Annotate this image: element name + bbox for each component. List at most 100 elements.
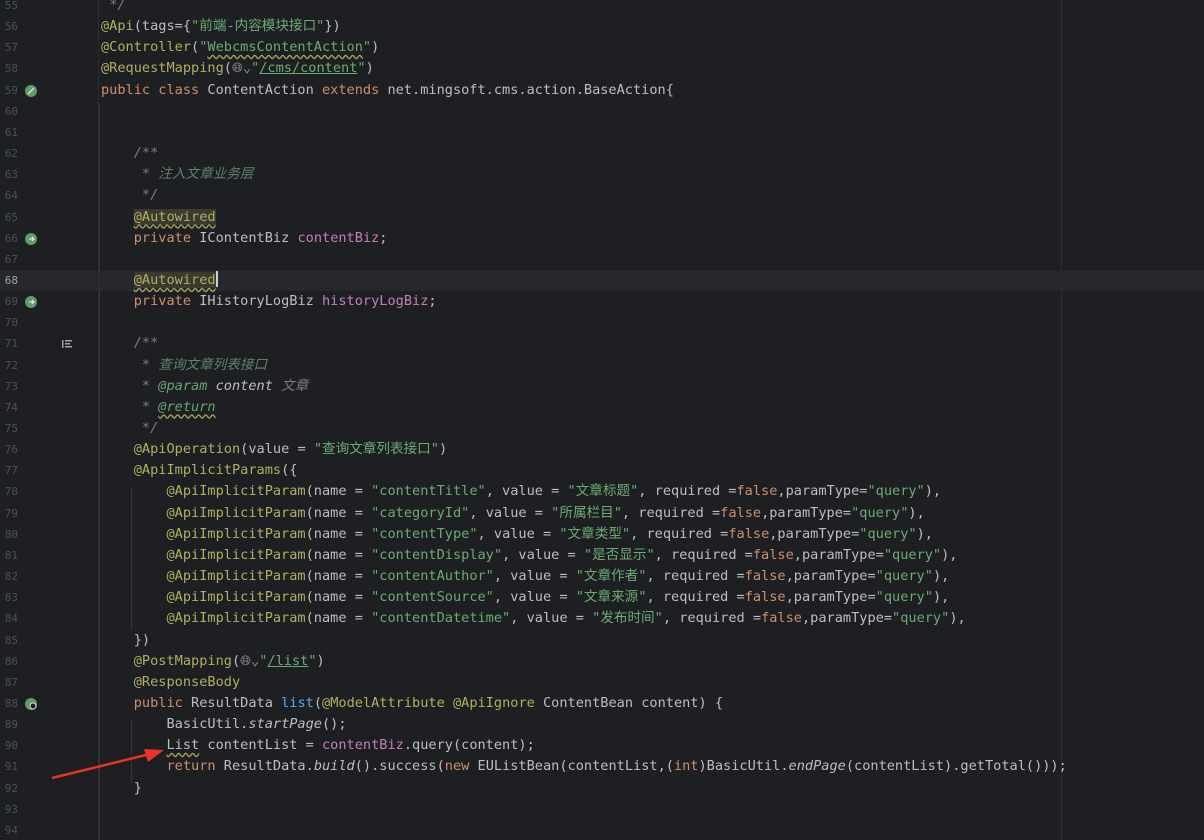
line-number: 83 — [4, 591, 18, 605]
code-text: @Autowired — [133, 270, 218, 288]
code-text: private IContentBiz contentBiz; — [133, 229, 388, 246]
code-text: @ResponseBody — [133, 673, 241, 690]
line-number: 93 — [4, 802, 18, 816]
code-line[interactable]: 65 @Autowired — [0, 207, 1204, 228]
indent-guide — [131, 488, 132, 630]
rendered-doc-toggle-icon[interactable] — [60, 336, 74, 350]
code-text: */ — [141, 187, 159, 204]
code-line[interactable]: 68 @Autowired — [0, 269, 1204, 291]
code-line[interactable]: 79 @ApiImplicitParam(name = "categoryId"… — [0, 503, 1204, 524]
code-text: * @return — [141, 398, 216, 415]
code-line[interactable]: 72 * 查询文章列表接口 — [0, 355, 1204, 376]
code-text: private IHistoryLogBiz historyLogBiz; — [133, 293, 437, 310]
code-text: * 注入文章业务层 — [141, 166, 254, 183]
line-number: 59 — [4, 83, 18, 97]
code-line[interactable]: 92 } — [0, 778, 1204, 799]
code-line[interactable]: 63 * 注入文章业务层 — [0, 164, 1204, 185]
code-line[interactable]: 84 @ApiImplicitParam(name = "contentDate… — [0, 608, 1204, 629]
code-line[interactable]: 94 — [0, 820, 1204, 840]
line-number: 75 — [4, 422, 18, 435]
code-line[interactable]: 66 private IContentBiz contentBiz; — [0, 228, 1204, 249]
code-line[interactable]: 75 */ — [0, 418, 1204, 439]
web-globe-dropdown-icon[interactable]: 🌐︎⌄ — [232, 60, 251, 76]
text-caret — [215, 270, 218, 287]
code-line[interactable]: 78 @ApiImplicitParam(name = "contentTitl… — [0, 481, 1204, 502]
line-number: 84 — [4, 612, 18, 626]
code-line[interactable]: 77 @ApiImplicitParams({ — [0, 460, 1204, 481]
code-text: return ResultData.build().success(new EU… — [166, 758, 1067, 775]
code-line[interactable]: 86 @PostMapping(🌐︎⌄"/list") — [0, 651, 1204, 672]
autowired-navigate-icon[interactable] — [24, 294, 38, 309]
line-number: 60 — [4, 104, 18, 118]
code-line[interactable]: 85 }) — [0, 630, 1204, 651]
line-number: 72 — [4, 358, 18, 372]
code-text: @ApiOperation(value = "查询文章列表接口") — [133, 441, 448, 458]
code-line[interactable]: 74 * @return — [0, 397, 1204, 418]
code-line[interactable]: 88 public ResultData list(@ModelAttribut… — [0, 693, 1204, 714]
line-number: 88 — [4, 696, 18, 710]
code-text: }) — [101, 631, 151, 648]
line-number: 69 — [4, 295, 18, 309]
code-line[interactable]: 73 * @param content 文章 — [0, 376, 1204, 397]
code-line[interactable]: 82 @ApiImplicitParam(name = "contentAuth… — [0, 566, 1204, 587]
indent-guide — [99, 105, 100, 840]
code-line[interactable]: 90 List contentList = contentBiz.query(c… — [0, 735, 1204, 756]
code-text: @Api(tags={"前端-内容模块接口"}) — [101, 18, 341, 35]
code-text: /** — [133, 145, 159, 162]
code-line[interactable]: 89 BasicUtil.startPage(); — [0, 714, 1204, 735]
line-number: 61 — [4, 125, 18, 139]
code-text: @Controller("WebcmsContentAction") — [101, 39, 380, 56]
code-text: List contentList = contentBiz.query(cont… — [166, 737, 535, 754]
line-number: 85 — [4, 633, 18, 647]
code-line[interactable]: 64 */ — [0, 185, 1204, 206]
bean-icon[interactable] — [24, 83, 38, 97]
line-number: 73 — [4, 379, 18, 393]
code-line[interactable]: 71 /** — [0, 333, 1204, 354]
code-line[interactable]: 62 /** — [0, 143, 1204, 164]
line-number: 67 — [4, 252, 18, 266]
line-number: 68 — [4, 273, 18, 287]
code-line[interactable]: 93 — [0, 799, 1204, 820]
code-line[interactable]: 76 @ApiOperation(value = "查询文章列表接口") — [0, 439, 1204, 460]
code-line[interactable]: 56 @Api(tags={"前端-内容模块接口"}) — [0, 16, 1204, 37]
code-line[interactable]: 80 @ApiImplicitParam(name = "contentType… — [0, 524, 1204, 545]
code-line[interactable]: 60 — [0, 101, 1204, 122]
code-line[interactable]: 91 return ResultData.build().success(new… — [0, 756, 1204, 777]
code-line[interactable]: 58 @RequestMapping(🌐︎⌄"/cms/content") — [0, 58, 1204, 79]
code-line[interactable]: 55 */ — [0, 0, 1204, 16]
line-number: 56 — [4, 20, 18, 34]
line-number: 94 — [4, 823, 18, 837]
line-number: 77 — [4, 464, 18, 478]
code-line[interactable]: 83 @ApiImplicitParam(name = "contentSour… — [0, 587, 1204, 608]
code-text: @ApiImplicitParam(name = "contentDatetim… — [166, 610, 966, 627]
code-line[interactable]: 67 — [0, 249, 1204, 270]
line-number: 62 — [4, 147, 18, 161]
endpoint-icon[interactable] — [24, 696, 38, 710]
line-number: 79 — [4, 506, 18, 520]
code-line[interactable]: 59 public class ContentAction extends net… — [0, 80, 1204, 101]
line-number: 71 — [4, 337, 18, 351]
code-line[interactable]: 57 @Controller("WebcmsContentAction") — [0, 37, 1204, 58]
code-text: @RequestMapping(🌐︎⌄"/cms/content") — [101, 60, 374, 77]
line-number: 76 — [4, 443, 18, 457]
code-text: */ — [109, 0, 126, 13]
code-text: @ApiImplicitParam(name = "categoryId", v… — [166, 504, 925, 521]
code-text: @ApiImplicitParam(name = "contentAuthor"… — [166, 568, 950, 585]
code-text: @ApiImplicitParam(name = "contentDisplay… — [166, 546, 958, 563]
code-line[interactable]: 69 private IHistoryLogBiz historyLogBiz; — [0, 291, 1204, 312]
code-line[interactable]: 61 — [0, 122, 1204, 143]
code-text: public class ContentAction extends net.m… — [101, 81, 674, 98]
line-number: 86 — [4, 654, 18, 668]
web-globe-dropdown-icon[interactable]: 🌐︎⌄ — [240, 653, 259, 669]
code-line[interactable]: 70 — [0, 312, 1204, 333]
code-line[interactable]: 87 @ResponseBody — [0, 672, 1204, 693]
code-line[interactable]: 81 @ApiImplicitParam(name = "contentDisp… — [0, 545, 1204, 566]
indent-guide — [131, 720, 132, 784]
line-number: 64 — [4, 189, 18, 203]
code-text: /** — [133, 335, 159, 352]
line-number: 82 — [4, 570, 18, 584]
autowired-navigate-icon[interactable] — [24, 231, 38, 245]
code-text: */ — [141, 420, 159, 436]
code-editor[interactable]: 55 */ 56 @Api(tags={"前端-内容模块接口"}) 57 @Contro… — [0, 0, 1204, 840]
line-number: 70 — [4, 316, 18, 330]
